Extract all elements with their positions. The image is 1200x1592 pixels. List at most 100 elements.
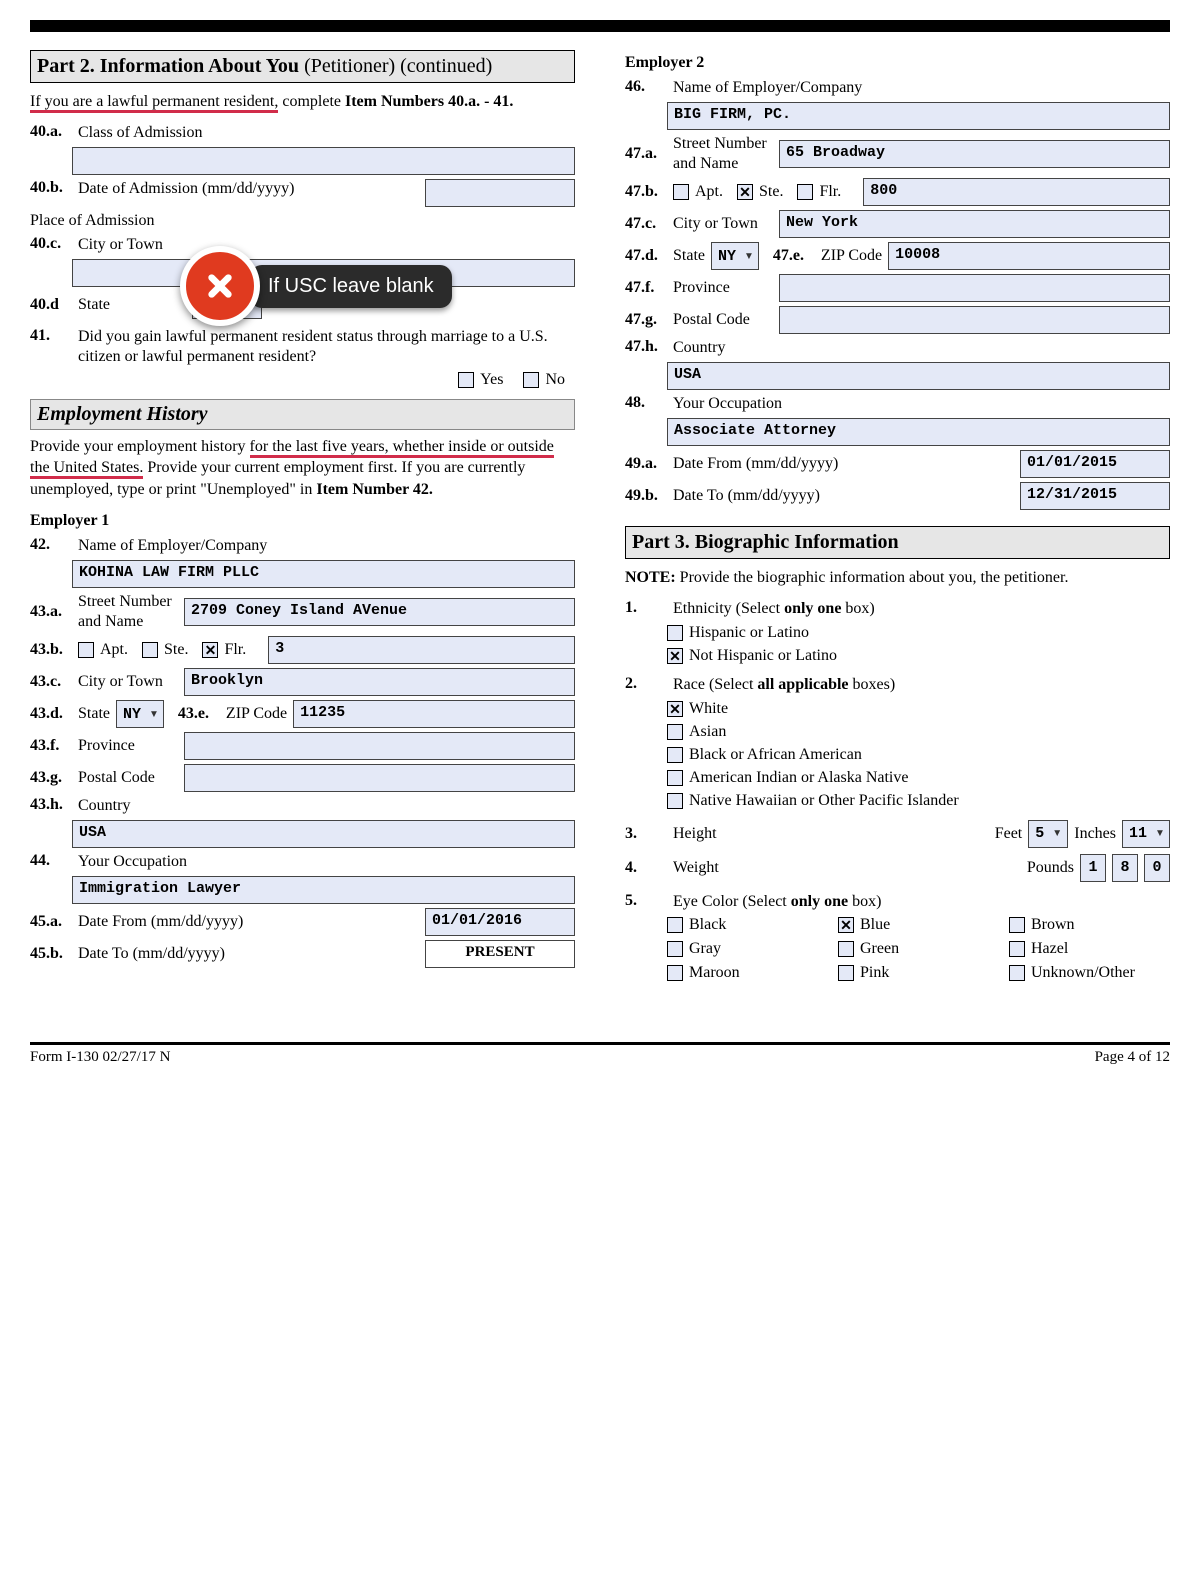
field-43f[interactable] xyxy=(184,732,575,760)
label-41: Did you gain lawful permanent resident s… xyxy=(78,327,575,367)
select-height-feet[interactable]: 5 xyxy=(1028,820,1068,848)
checkbox-eye-black[interactable] xyxy=(667,917,683,933)
label-pounds: Pounds xyxy=(1027,859,1074,877)
footer-right: Page 4 of 12 xyxy=(1095,1049,1170,1066)
label-place: Place of Admission xyxy=(30,211,154,231)
num-43b: 43.b. xyxy=(30,641,72,659)
field-40a[interactable] xyxy=(72,147,575,175)
field-43g[interactable] xyxy=(184,764,575,792)
checkbox-eye-pink[interactable] xyxy=(838,965,854,981)
label-p3-5: Eye Color (Select only one box) xyxy=(673,892,881,912)
label-p3-3: Height xyxy=(673,824,717,844)
lpr-instruction: If you are a lawful permanent resident, … xyxy=(30,91,575,113)
field-47f[interactable] xyxy=(779,274,1170,302)
select-47d-state[interactable]: NY xyxy=(711,242,759,270)
field-43c[interactable]: Brooklyn xyxy=(184,668,575,696)
label-43f: Province xyxy=(78,736,178,756)
checkbox-43b-apt[interactable] xyxy=(78,642,94,658)
label-44: Your Occupation xyxy=(78,852,187,872)
label-yes: Yes xyxy=(480,371,503,389)
field-43b[interactable]: 3 xyxy=(268,636,575,664)
field-46[interactable]: BIG FIRM, PC. xyxy=(667,102,1170,130)
field-43a[interactable]: 2709 Coney Island AVenue xyxy=(184,598,575,626)
field-47b[interactable]: 800 xyxy=(863,178,1170,206)
checkbox-41-yes[interactable] xyxy=(458,372,474,388)
num-49b: 49.b. xyxy=(625,487,667,505)
label-40d: State xyxy=(78,295,110,315)
part2-title: Part 2. Information About You xyxy=(37,55,299,77)
num-43c: 43.c. xyxy=(30,673,72,691)
select-height-inches[interactable]: 11 xyxy=(1122,820,1170,848)
checkbox-nhpi[interactable] xyxy=(667,793,683,809)
label-40b: Date of Admission (mm/dd/yyyy) xyxy=(78,179,294,199)
employer1-heading: Employer 1 xyxy=(30,512,575,530)
checkbox-eye-hazel[interactable] xyxy=(1009,941,1025,957)
num-47d: 47.d. xyxy=(625,247,667,265)
checkbox-not-hispanic[interactable]: ✕ xyxy=(667,648,683,664)
field-43e[interactable]: 11235 xyxy=(293,700,575,728)
checkbox-47b-flr[interactable] xyxy=(797,184,813,200)
checkbox-hispanic[interactable] xyxy=(667,625,683,641)
label-47c: City or Town xyxy=(673,214,773,234)
part2-suffix: (Petitioner) (continued) xyxy=(299,55,492,77)
num-44: 44. xyxy=(30,852,72,870)
checkbox-eye-other[interactable] xyxy=(1009,965,1025,981)
checkbox-eye-blue[interactable]: ✕ xyxy=(838,917,854,933)
checkbox-eye-gray[interactable] xyxy=(667,941,683,957)
field-45b[interactable]: PRESENT xyxy=(425,940,575,968)
weight-digit-1[interactable]: 1 xyxy=(1080,854,1106,882)
part3-note: NOTE: Provide the biographic information… xyxy=(625,567,1170,589)
num-p3-4: 4. xyxy=(625,859,667,877)
label-p3-4: Weight xyxy=(673,858,719,878)
num-47a: 47.a. xyxy=(625,145,667,163)
weight-digit-2[interactable]: 8 xyxy=(1112,854,1138,882)
field-43h[interactable]: USA xyxy=(72,820,575,848)
num-p3-3: 3. xyxy=(625,825,667,843)
error-icon xyxy=(180,246,260,326)
checkbox-asian[interactable] xyxy=(667,724,683,740)
checkbox-43b-flr[interactable]: ✕ xyxy=(202,642,218,658)
num-43d: 43.d. xyxy=(30,705,72,723)
field-44[interactable]: Immigration Lawyer xyxy=(72,876,575,904)
num-40b: 40.b. xyxy=(30,179,72,197)
num-47g: 47.g. xyxy=(625,311,667,329)
label-45a: Date From (mm/dd/yyyy) xyxy=(78,912,243,932)
select-43d-state[interactable]: NY xyxy=(116,700,164,728)
annotation-tooltip: If USC leave blank xyxy=(180,246,452,326)
field-47g[interactable] xyxy=(779,306,1170,334)
checkbox-eye-brown[interactable] xyxy=(1009,917,1025,933)
num-p3-2: 2. xyxy=(625,675,667,693)
field-47e[interactable]: 10008 xyxy=(888,242,1170,270)
label-47h: Country xyxy=(673,338,725,358)
top-rule xyxy=(30,20,1170,32)
field-48[interactable]: Associate Attorney xyxy=(667,418,1170,446)
checkbox-black[interactable] xyxy=(667,747,683,763)
num-46: 46. xyxy=(625,78,667,96)
num-47f: 47.f. xyxy=(625,279,667,297)
part3-header: Part 3. Biographic Information xyxy=(625,526,1170,559)
checkbox-47b-apt[interactable] xyxy=(673,184,689,200)
checkbox-aian[interactable] xyxy=(667,770,683,786)
num-43h: 43.h. xyxy=(30,796,72,814)
checkbox-47b-ste[interactable]: ✕ xyxy=(737,184,753,200)
field-47a[interactable]: 65 Broadway xyxy=(779,140,1170,168)
label-43a: Street Numberand Name xyxy=(78,592,178,632)
field-49b[interactable]: 12/31/2015 xyxy=(1020,482,1170,510)
checkbox-41-no[interactable] xyxy=(523,372,539,388)
field-49a[interactable]: 01/01/2015 xyxy=(1020,450,1170,478)
num-40c: 40.c. xyxy=(30,235,72,253)
field-47h[interactable]: USA xyxy=(667,362,1170,390)
tooltip-text: If USC leave blank xyxy=(250,265,452,308)
num-47h: 47.h. xyxy=(625,338,667,356)
checkbox-eye-green[interactable] xyxy=(838,941,854,957)
field-42[interactable]: KOHINA LAW FIRM PLLC xyxy=(72,560,575,588)
checkbox-eye-maroon[interactable] xyxy=(667,965,683,981)
label-43h: Country xyxy=(78,796,130,816)
checkbox-white[interactable]: ✕ xyxy=(667,701,683,717)
field-40b[interactable] xyxy=(425,179,575,207)
weight-digit-3[interactable]: 0 xyxy=(1144,854,1170,882)
field-47c[interactable]: New York xyxy=(779,210,1170,238)
num-42: 42. xyxy=(30,536,72,554)
field-45a[interactable]: 01/01/2016 xyxy=(425,908,575,936)
checkbox-43b-ste[interactable] xyxy=(142,642,158,658)
